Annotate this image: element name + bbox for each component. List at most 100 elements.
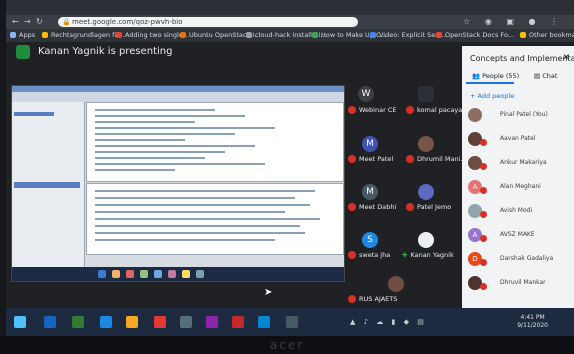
mic-off-icon bbox=[348, 106, 356, 114]
lock-icon: 🔒 bbox=[62, 18, 71, 26]
mic-off-icon bbox=[480, 139, 487, 146]
person-name: Avish Modi bbox=[500, 207, 533, 214]
tile-dhrumil[interactable]: Dhrumil Mani... bbox=[406, 155, 467, 163]
presenting-banner: Kanan Yagnik is presenting bbox=[38, 46, 173, 57]
shared-screen bbox=[11, 85, 345, 282]
bookmark-7[interactable]: OpenStack Docs Fo... bbox=[436, 31, 514, 39]
forward-icon[interactable]: → bbox=[24, 17, 31, 26]
avatar bbox=[418, 136, 434, 152]
avatar bbox=[468, 108, 482, 122]
app-icon[interactable] bbox=[180, 316, 192, 328]
edge-icon[interactable] bbox=[100, 316, 112, 328]
ide-console bbox=[86, 183, 344, 255]
person-name: Alan Meghani bbox=[500, 183, 541, 190]
browser-tab-bar bbox=[6, 0, 574, 15]
clock-time: 4:41 PM bbox=[520, 314, 545, 321]
excel-icon[interactable] bbox=[72, 316, 84, 328]
tile-meet-dabhi[interactable]: Meet Dabhi bbox=[348, 203, 396, 211]
bookmark-2[interactable]: Adding two single... bbox=[116, 31, 189, 39]
tile-komal[interactable]: komal pacaya bbox=[406, 106, 462, 114]
bookmark-apps[interactable]: Apps bbox=[10, 31, 35, 39]
add-people-button[interactable]: + Add people bbox=[470, 92, 514, 100]
bookmarks-bar: Apps Rechtsgrundlagen fü... Adding two s… bbox=[6, 29, 574, 42]
reload-icon[interactable]: ↻ bbox=[36, 17, 43, 26]
mic-off-icon bbox=[406, 203, 414, 211]
person-name: Darshak Gadaliya bbox=[500, 255, 554, 262]
list-item[interactable]: Aavan Patel bbox=[468, 130, 572, 150]
people-panel: Concepts and Implementati... ✕ 👥 People … bbox=[462, 46, 574, 308]
avatar: S bbox=[362, 232, 378, 248]
list-item[interactable]: Avish Modi bbox=[468, 202, 572, 222]
address-bar[interactable]: 🔒 meet.google.com/qoz-pwvh-bio bbox=[58, 17, 358, 27]
tab-people[interactable]: 👥 People (55) bbox=[472, 72, 519, 80]
laptop-screen: ← → ↻ 🔒 meet.google.com/qoz-pwvh-bio ☆ ◉… bbox=[6, 0, 574, 336]
windows-taskbar: ▲ ♪ ☁ ▮ ◆ ▤ 4:41 PM 9/11/2020 bbox=[6, 308, 574, 336]
tile-patel-jemo[interactable]: Patel Jemo bbox=[406, 203, 451, 211]
brand-logo: acer bbox=[269, 338, 305, 352]
mic-off-icon bbox=[348, 251, 356, 259]
person-name: Aavan Patel bbox=[500, 135, 536, 142]
person-name: Ankur Makariya bbox=[500, 159, 547, 166]
tile-rus[interactable]: RUS AJAETS bbox=[348, 295, 397, 303]
mic-off-icon bbox=[480, 235, 487, 242]
list-item[interactable]: Ankur Makariya bbox=[468, 154, 572, 174]
mouse-cursor: ➤ bbox=[264, 287, 273, 298]
mic-off-icon bbox=[480, 283, 487, 290]
person-name: Dhruvil Mankar bbox=[500, 279, 546, 286]
laptop-bezel: acer bbox=[0, 336, 574, 354]
list-item[interactable]: A AVSZ MAKE bbox=[468, 226, 572, 246]
mic-off-icon bbox=[480, 211, 487, 218]
tile-kanan-yagnik[interactable]: ✚ Kanan Yagnik bbox=[402, 251, 454, 259]
mic-off-icon bbox=[348, 155, 356, 163]
tile-webinar-ce[interactable]: Webinar CE bbox=[348, 106, 396, 114]
start-icon[interactable] bbox=[14, 316, 26, 328]
avatar bbox=[418, 184, 434, 200]
avatar bbox=[418, 232, 434, 248]
avatar bbox=[418, 86, 434, 102]
chrome-icon[interactable] bbox=[154, 316, 166, 328]
mic-off-icon bbox=[406, 106, 414, 114]
list-item[interactable]: Dhruvil Mankar bbox=[468, 274, 572, 294]
mic-off-icon bbox=[480, 187, 487, 194]
app-icon[interactable] bbox=[206, 316, 218, 328]
url-text: meet.google.com/qoz-pwvh-bio bbox=[72, 18, 183, 26]
avatar: M bbox=[362, 136, 378, 152]
ide-menu-bar bbox=[12, 92, 344, 102]
app-icon[interactable] bbox=[286, 316, 298, 328]
mic-off-icon bbox=[480, 163, 487, 170]
presenting-icon: ✚ bbox=[402, 251, 408, 259]
bookmark-1[interactable]: Rechtsgrundlagen fü... bbox=[42, 31, 125, 39]
list-item[interactable]: D Darshak Gadaliya bbox=[468, 250, 572, 270]
tile-meet-patel[interactable]: Meet Patel bbox=[348, 155, 393, 163]
mic-off-icon bbox=[348, 203, 356, 211]
clock[interactable]: 4:41 PM 9/11/2020 bbox=[517, 314, 548, 330]
acrobat-icon[interactable] bbox=[232, 316, 244, 328]
browser-nav-bar: ← → ↻ 🔒 meet.google.com/qoz-pwvh-bio ☆ ◉… bbox=[6, 15, 574, 29]
avatar bbox=[388, 276, 404, 292]
ide-selected-item bbox=[14, 112, 54, 116]
avatar: W bbox=[358, 86, 374, 102]
bookmark-other[interactable]: Other bookmarks bbox=[520, 31, 574, 39]
word-icon[interactable] bbox=[44, 316, 56, 328]
person-name: AVSZ MAKE bbox=[500, 231, 535, 238]
extension-icons[interactable]: ☆ ◉ ▣ ● ⋮ bbox=[463, 17, 564, 26]
tile-sweta-jha[interactable]: sweta jha bbox=[348, 251, 390, 259]
mic-off-icon bbox=[348, 295, 356, 303]
avatar: M bbox=[362, 184, 378, 200]
mic-off-icon bbox=[480, 259, 487, 266]
close-icon[interactable]: ✕ bbox=[562, 53, 570, 63]
people-icon: 👥 bbox=[472, 72, 483, 80]
mic-off-icon bbox=[406, 155, 414, 163]
meet-logo-icon bbox=[16, 45, 30, 59]
list-item[interactable]: A Alan Meghani bbox=[468, 178, 572, 198]
app-icon[interactable] bbox=[258, 316, 270, 328]
clock-date: 9/11/2020 bbox=[517, 322, 548, 329]
system-tray[interactable]: ▲ ♪ ☁ ▮ ◆ ▤ bbox=[350, 318, 427, 326]
meeting-title: Concepts and Implementati... bbox=[470, 54, 574, 63]
shared-taskbar bbox=[12, 267, 344, 281]
folder-icon[interactable] bbox=[126, 316, 138, 328]
back-icon[interactable]: ← bbox=[12, 17, 19, 26]
list-item[interactable]: Pinal Patel (You) bbox=[468, 106, 572, 126]
add-person-icon: + bbox=[470, 92, 478, 100]
tab-chat[interactable]: ▤ Chat bbox=[534, 72, 557, 80]
